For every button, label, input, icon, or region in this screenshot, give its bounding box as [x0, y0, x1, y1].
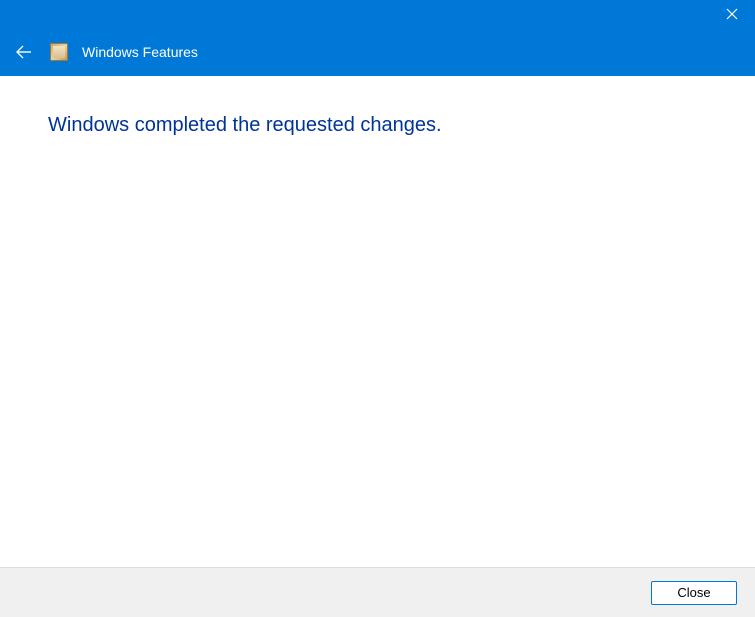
back-arrow-icon	[14, 42, 34, 62]
titlebar	[0, 0, 755, 28]
content-area: Windows completed the requested changes.	[0, 76, 755, 567]
header-bar: Windows Features	[0, 28, 755, 76]
close-button[interactable]: Close	[651, 581, 737, 605]
window-close-button[interactable]	[709, 0, 755, 28]
close-icon	[726, 8, 738, 20]
back-button[interactable]	[12, 40, 36, 64]
windows-features-icon	[50, 43, 68, 61]
status-message: Windows completed the requested changes.	[48, 114, 707, 137]
dialog-title: Windows Features	[82, 44, 198, 60]
footer-bar: Close	[0, 567, 755, 617]
